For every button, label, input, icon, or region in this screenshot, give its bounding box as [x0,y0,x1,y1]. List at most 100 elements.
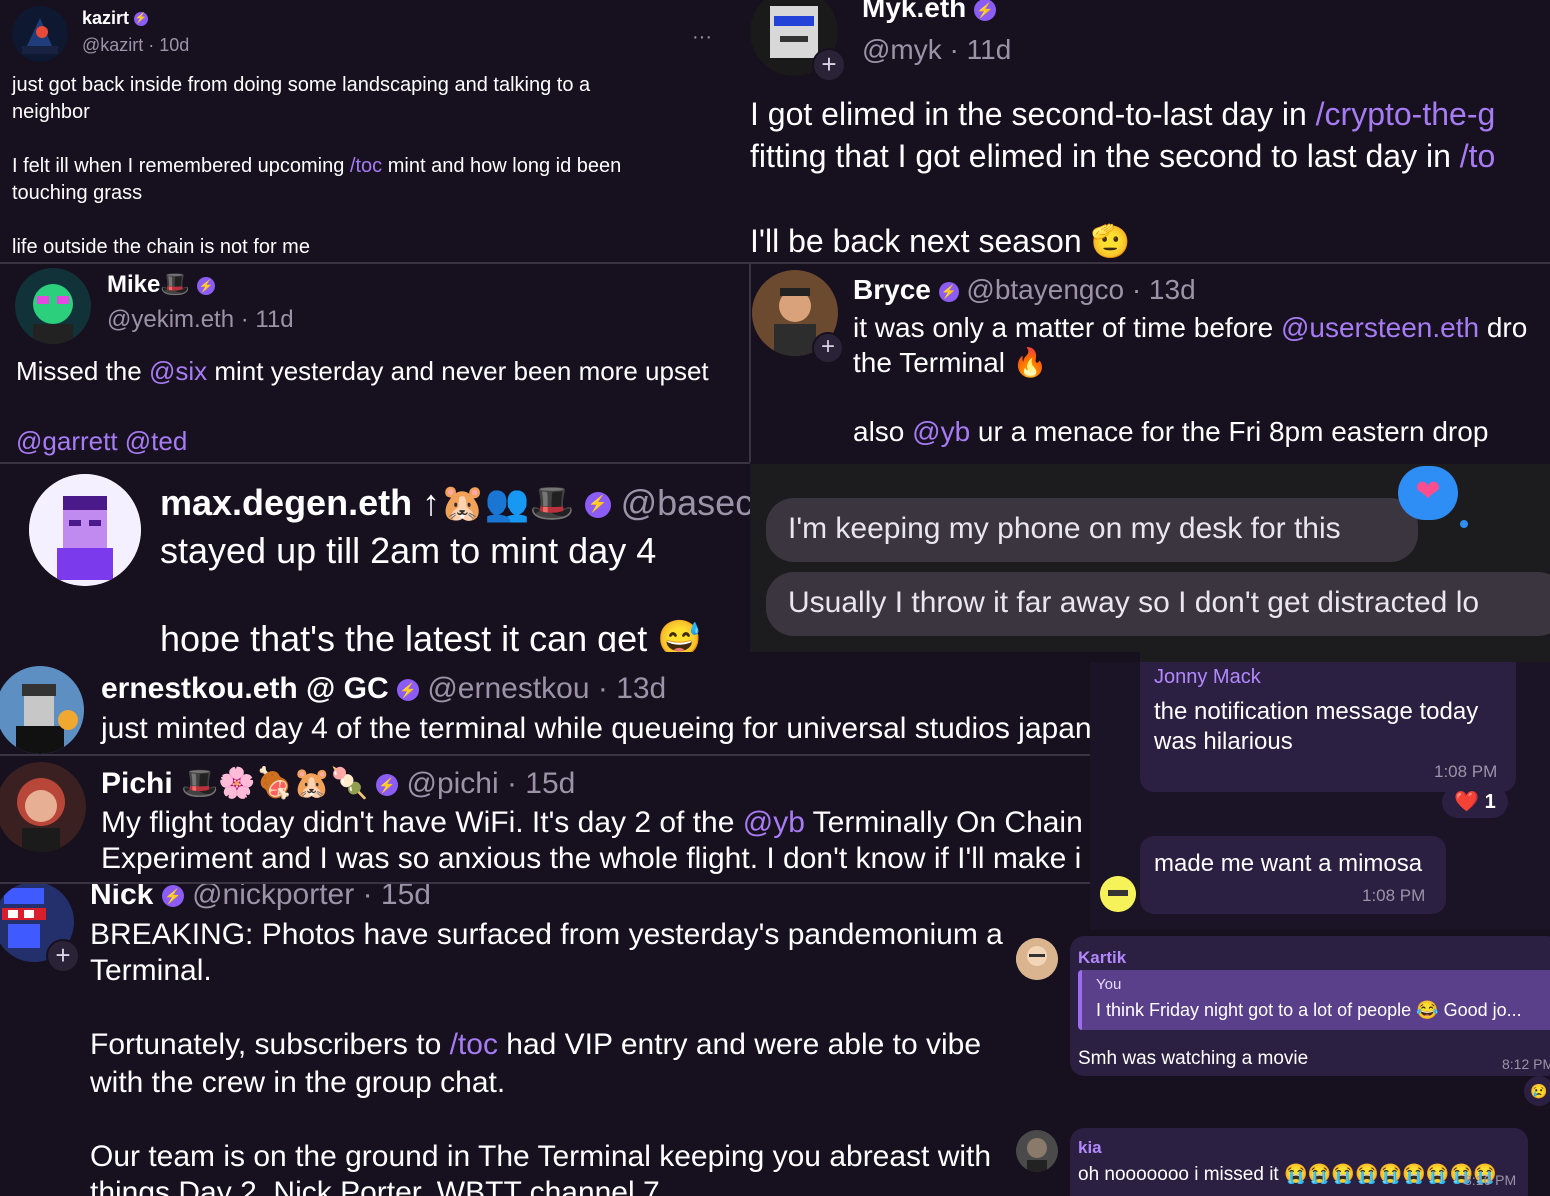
follow-plus-button[interactable]: + [812,332,844,364]
post-text: also @yb ur a menace for the Fri 8pm eas… [853,416,1489,447]
reply-sender: You [1096,976,1122,993]
follow-plus-button[interactable]: + [812,48,846,82]
user-mention-link[interactable]: @usersteen.eth [1281,312,1479,343]
message-time: 8:12 PM [1502,1056,1550,1072]
message-text: Smh was watching a movie [1078,1048,1309,1069]
sender-name[interactable]: kia [1078,1138,1102,1158]
post-text: I felt ill when I remembered upcoming /t… [12,155,622,177]
channel-link[interactable]: @six [149,356,207,386]
author-name[interactable]: ernestkou.eth @ GC [101,672,389,705]
reaction-heart-icon[interactable]: ❤ [1398,466,1458,520]
author-handle[interactable]: @btayengco · 13d [966,274,1195,305]
post-text: things Day 2. Nick Porter, WBTT channel … [90,1176,660,1196]
avatar[interactable] [15,268,91,344]
verified-badge-icon: ⚡ [134,12,149,27]
message-text: I'm keeping my phone on my desk for this [788,512,1341,545]
message-bubble[interactable]: kia oh nooooooo i missed it 😭😭😭😭😭😭😭😭😭 8:… [1070,1128,1528,1196]
post-text: Missed the @six mint yesterday and never… [16,356,709,386]
post-text: BREAKING: Photos have surfaced from yest… [90,918,1003,951]
sender-name[interactable]: Jonny Mack [1154,666,1261,689]
sender-name[interactable]: Kartik [1078,948,1126,968]
message-bubble[interactable]: I'm keeping my phone on my desk for this [766,498,1418,562]
author-handle[interactable]: @pichi · 15d [406,767,575,800]
message-time: 1:08 PM [1434,762,1498,781]
avatar-art-icon [0,762,86,852]
author-name[interactable]: Pichi 🎩🌸🍖🐹🍡 [101,767,368,800]
post-text: neighbor [12,101,90,123]
post-text: I got elimed in the second-to-last day i… [750,96,1496,132]
avatar[interactable] [1016,1130,1058,1172]
message-time: 8:16 PM [1464,1172,1517,1188]
avatar-art-icon [1016,938,1058,980]
post-text: it was only a matter of time before @use… [853,312,1528,343]
avatar[interactable] [12,6,68,62]
post-mike[interactable]: Mike🎩 ⚡ @yekim.eth · 11d Missed the @six… [0,264,748,462]
more-options-button[interactable]: ··· [692,26,712,49]
user-mention-link[interactable]: @yb [743,806,805,839]
post-ernestkou[interactable]: ernestkou.eth @ GC ⚡ @ernestkou · 13d ••… [0,652,1140,756]
post-kazirt[interactable]: kazirt ⚡ @kazirt · 10d ··· just got back… [0,0,748,262]
author-name[interactable]: Bryce [853,274,931,305]
post-text: My flight today didn't have WiFi. It's d… [101,806,1083,839]
post-text: Experiment and I was so anxious the whol… [101,842,1082,875]
author-name[interactable]: Mike🎩 [107,271,190,298]
post-bryce[interactable]: + Bryce ⚡ @btayengco · 13d it was only a… [750,264,1550,462]
post-text: with the crew in the group chat. [90,1066,506,1099]
reaction-chip[interactable]: 😢 [1524,1076,1550,1106]
avatar-art-icon [15,268,91,344]
message-bubble[interactable]: Kartik You I think Friday night got to a… [1070,936,1550,1076]
reply-text: I think Friday night got to a lot of peo… [1096,1000,1522,1020]
message-text: Usually I throw it far away so I don't g… [788,586,1480,619]
post-text: Fortunately, subscribers to /toc had VIP… [90,1028,982,1061]
message-text: made me want a mimosa [1154,850,1423,877]
post-pichi[interactable]: Pichi 🎩🌸🍖🐹🍡 ⚡ @pichi · 15d My flight tod… [0,756,1092,882]
author-name[interactable]: kazirt [82,8,129,28]
sad-reaction-icon: 😢 [1530,1083,1548,1099]
verified-badge-icon: ⚡ [938,281,959,302]
message-text: the notification message today [1154,698,1479,725]
channel-link[interactable]: /toc [350,155,382,177]
author-name[interactable]: Myk.eth [862,0,966,23]
author-handle[interactable]: @ernestkou · 13d [427,672,666,705]
post-nick[interactable]: + Nick ⚡ @nickporter · 15d BREAKING: Pho… [0,884,1016,1196]
channel-link[interactable]: /toc [450,1028,498,1061]
post-text: fitting that I got elimed in the second … [750,138,1496,174]
avatar[interactable] [29,474,141,586]
verified-badge-icon: ⚡ [196,276,215,295]
avatar[interactable] [1016,938,1058,980]
follow-plus-button[interactable]: + [46,939,80,973]
author-handle[interactable]: @yekim.eth · 11d [107,306,294,334]
author-handle[interactable]: @myk · 11d [862,34,1011,66]
message-time: 1:08 PM [1362,886,1426,905]
author-handle[interactable]: @basec [621,482,750,523]
user-mention-link[interactable]: @yb [912,416,970,447]
message-text: was hilarious [1154,728,1293,755]
verified-badge-icon: ⚡ [376,774,399,797]
channel-link[interactable]: /crypto-the-g [1316,96,1496,132]
reply-quote[interactable]: You I think Friday night got to a lot of… [1078,970,1550,1030]
post-myk[interactable]: + Myk.eth ⚡ @myk · 11d I got elimed in t… [748,0,1550,262]
post-text: hope that's the latest it can get 😅 [160,618,703,652]
heart-reaction-icon: ❤️ 1 [1454,791,1496,813]
message-bubble[interactable]: Usually I throw it far away so I don't g… [766,572,1550,636]
channel-link[interactable]: /to [1460,138,1496,174]
message-bubble[interactable]: made me want a mimosa 1:08 PM [1140,836,1446,914]
message-bubble[interactable]: Jonny Mack the notification message toda… [1140,662,1516,792]
avatar-art-icon [1100,876,1136,912]
author-handle[interactable]: @kazirt · 10d [82,35,189,56]
verified-badge-icon: ⚡ [396,679,419,702]
mentions-link[interactable]: @garrett @ted [16,426,187,457]
post-max[interactable]: max.degen.eth ↑🐹👥🎩 ⚡ @basec stayed up ti… [0,464,750,652]
post-text: just minted day 4 of the terminal while … [101,712,1092,745]
reaction-chip[interactable]: ❤️ 1 [1442,786,1508,818]
avatar[interactable] [0,762,86,852]
author-name[interactable]: Nick [90,884,153,911]
verified-badge-icon: ⚡ [974,0,997,21]
post-text: stayed up till 2am to mint day 4 [160,530,657,571]
author-handle[interactable]: @nickporter · 15d [192,884,431,911]
avatar[interactable] [0,666,84,754]
author-name[interactable]: max.degen.eth ↑🐹👥🎩 [160,482,575,523]
telegram-chat-lower: Kartik You I think Friday night got to a… [1016,930,1550,1196]
divider [749,264,751,462]
avatar[interactable] [1100,876,1136,912]
